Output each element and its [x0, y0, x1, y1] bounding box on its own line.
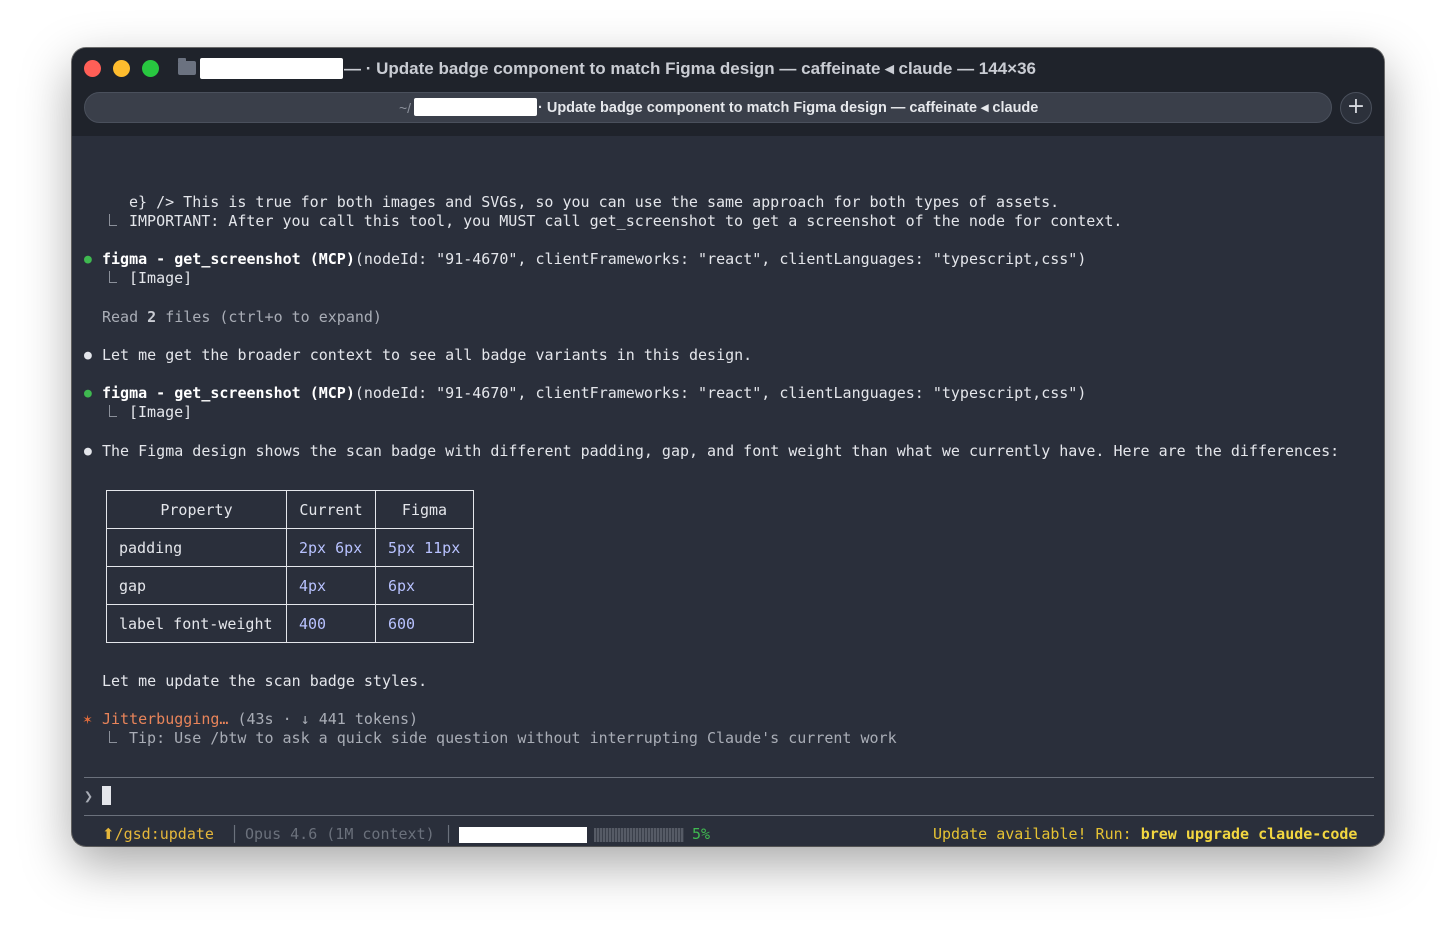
table-cell: 600 — [375, 604, 474, 643]
differences-table: Property Current Figma padding 2px 6px 5… — [106, 490, 474, 643]
table-header-cell: Property — [106, 490, 287, 529]
arrow-up-icon: ⬆ — [102, 825, 115, 843]
assistant-message: Let me update the scan badge styles. — [102, 672, 428, 690]
close-icon[interactable] — [84, 60, 101, 77]
table-cell: gap — [106, 566, 287, 605]
read-suffix: files (ctrl+o to expand) — [156, 308, 382, 326]
folder-icon — [178, 58, 196, 75]
tool-result: [Image] — [129, 403, 193, 421]
pr-label: PR — [102, 844, 129, 846]
terminal-window: — · Update badge component to match Figm… — [72, 48, 1384, 846]
redacted-path — [200, 58, 343, 79]
table-row: gap 4px 6px — [106, 566, 474, 605]
tree-elbow — [109, 214, 117, 226]
pr-link[interactable]: #2 — [129, 844, 147, 846]
table-cell: 6px — [375, 566, 474, 605]
assistant-message: The Figma design shows the scan badge wi… — [102, 442, 1340, 460]
spinner-meta: (43s · ↓ 441 tokens) — [228, 710, 419, 728]
status-gsd[interactable]: ⬆/gsd:update — [102, 825, 214, 844]
status-dot-icon: ● — [84, 252, 92, 267]
status-separator: │ — [230, 825, 240, 843]
table-cell: 400 — [286, 604, 376, 643]
context-progress-bar — [594, 828, 684, 842]
tool-args: (nodeId: "91-4670", clientFrameworks: "r… — [354, 384, 1087, 402]
tree-elbow — [109, 271, 117, 283]
update-notice: Update available! Run: brew upgrade clau… — [933, 825, 1357, 844]
read-prefix: Read — [102, 308, 148, 326]
tree-elbow — [109, 731, 117, 743]
context-percent: 5% — [692, 825, 711, 843]
tab-active[interactable]: ~/ · Update badge component to match Fig… — [84, 92, 1332, 123]
model-label: Opus 4.6 (1M context) — [245, 825, 435, 843]
update-prefix: Update available! Run: — [933, 825, 1141, 843]
read-count: 2 — [147, 308, 157, 326]
spinner-line: Jitterbugging… (43s · ↓ 441 tokens) — [102, 710, 418, 729]
update-command: brew upgrade claude-code — [1140, 825, 1358, 843]
output-line: e} /> This is true for both images and S… — [129, 193, 1060, 211]
table-cell: label font-weight — [106, 604, 287, 643]
table-cell: 2px 6px — [286, 528, 376, 567]
minimize-icon[interactable] — [113, 60, 130, 77]
read-files-line[interactable]: Read 2 files (ctrl+o to expand) — [102, 308, 382, 327]
status-dot-icon: ● — [84, 386, 92, 401]
terminal-output: e} /> This is true for both images and S… — [72, 136, 1384, 846]
table-row: label font-weight 400 600 — [106, 604, 474, 643]
tab-path-prefix: ~/ — [399, 100, 412, 116]
spinner-label: Jitterbugging… — [102, 710, 229, 728]
plus-icon[interactable]: + — [1340, 92, 1372, 124]
input-top-divider — [84, 777, 1374, 778]
pr-indicator: PR #2 — [102, 844, 147, 846]
redacted-context-bar — [459, 827, 587, 843]
table-cell: 5px 11px — [375, 528, 474, 567]
window-title: — · Update badge component to match Figm… — [344, 59, 1036, 78]
tool-call: figma - get_screenshot (MCP)(nodeId: "91… — [102, 384, 1086, 403]
redacted-tab-path — [414, 98, 537, 116]
tool-name: figma - get_screenshot (MCP) — [102, 250, 355, 268]
spinner-star-icon: ✶ — [83, 710, 93, 728]
tool-call: figma - get_screenshot (MCP)(nodeId: "91… — [102, 250, 1086, 269]
tool-result: [Image] — [129, 269, 193, 287]
title-bar: — · Update badge component to match Figm… — [72, 48, 1384, 136]
table-cell: padding — [106, 528, 287, 567]
status-separator: │ — [444, 825, 454, 843]
prompt-chevron-icon: ❯ — [84, 787, 94, 805]
table-header-cell: Figma — [375, 490, 474, 529]
table-header-cell: Current — [286, 490, 376, 529]
tool-name: figma - get_screenshot (MCP) — [102, 384, 355, 402]
message-dot-icon: ● — [84, 444, 92, 459]
table-row: padding 2px 6px 5px 11px — [106, 528, 474, 567]
output-line: IMPORTANT: After you call this tool, you… — [129, 212, 1123, 230]
tree-elbow — [109, 405, 117, 417]
tip-text: Tip: Use /btw to ask a quick side questi… — [129, 729, 897, 747]
message-dot-icon: ● — [84, 348, 92, 363]
input-cursor[interactable] — [102, 786, 111, 805]
table-header-row: Property Current Figma — [106, 490, 474, 529]
tool-args: (nodeId: "91-4670", clientFrameworks: "r… — [354, 250, 1087, 268]
gsd-command: /gsd:update — [114, 825, 214, 843]
tab-title: · Update badge component to match Figma … — [538, 100, 1039, 116]
maximize-icon[interactable] — [142, 60, 159, 77]
assistant-message: Let me get the broader context to see al… — [102, 346, 753, 364]
table-cell: 4px — [286, 566, 376, 605]
input-bottom-divider — [84, 815, 1374, 816]
